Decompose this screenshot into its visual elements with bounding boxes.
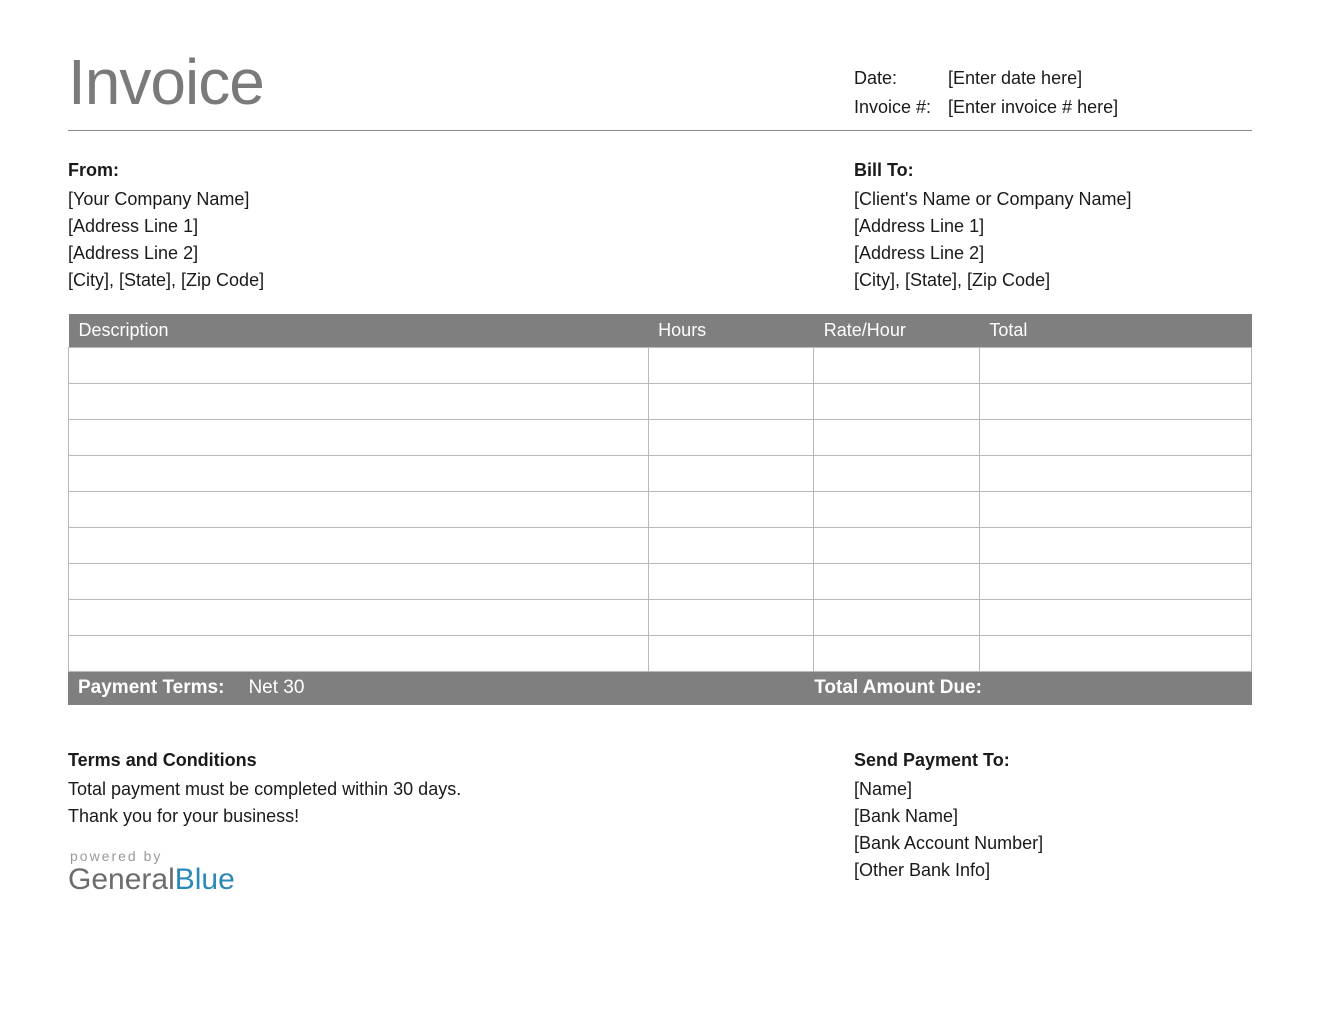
cell-description[interactable] xyxy=(69,456,649,492)
cell-rate[interactable] xyxy=(814,420,980,456)
billto-line[interactable]: [Address Line 1] xyxy=(854,213,1252,240)
table-row xyxy=(69,420,1252,456)
table-row xyxy=(69,456,1252,492)
from-heading: From: xyxy=(68,157,264,184)
meta-invoice-row: Invoice #: [Enter invoice # here] xyxy=(854,93,1252,122)
bottom-section: Terms and Conditions Total payment must … xyxy=(68,747,1252,895)
payment-terms-label: Payment Terms: xyxy=(78,677,224,699)
billto-line[interactable]: [City], [State], [Zip Code] xyxy=(854,267,1252,294)
invoice-page: Invoice Date: [Enter date here] Invoice … xyxy=(0,0,1320,895)
cell-description[interactable] xyxy=(69,528,649,564)
from-line[interactable]: [City], [State], [Zip Code] xyxy=(68,267,264,294)
send-payment-line[interactable]: [Other Bank Info] xyxy=(854,857,1252,884)
cell-description[interactable] xyxy=(69,636,649,672)
cell-total[interactable] xyxy=(979,528,1251,564)
send-payment-line[interactable]: [Bank Name] xyxy=(854,803,1252,830)
brand-part2: Blue xyxy=(175,863,235,896)
brand-logo: GeneralBlue xyxy=(68,865,461,895)
addresses: From: [Your Company Name] [Address Line … xyxy=(68,157,1252,294)
table-footer: Payment Terms: Net 30 Total Amount Due: xyxy=(68,672,1252,705)
cell-rate[interactable] xyxy=(814,600,980,636)
total-amount-due: Total Amount Due: xyxy=(814,677,1242,699)
meta-date-value[interactable]: [Enter date here] xyxy=(948,64,1082,93)
cell-rate[interactable] xyxy=(814,456,980,492)
cell-description[interactable] xyxy=(69,600,649,636)
from-line[interactable]: [Address Line 2] xyxy=(68,240,264,267)
brand-part1: General xyxy=(68,863,175,896)
terms-heading: Terms and Conditions xyxy=(68,747,461,774)
cell-rate[interactable] xyxy=(814,564,980,600)
cell-hours[interactable] xyxy=(648,384,814,420)
cell-description[interactable] xyxy=(69,492,649,528)
send-payment-block: Send Payment To: [Name] [Bank Name] [Ban… xyxy=(854,747,1252,895)
cell-hours[interactable] xyxy=(648,420,814,456)
billto-line[interactable]: [Address Line 2] xyxy=(854,240,1252,267)
invoice-meta: Date: [Enter date here] Invoice #: [Ente… xyxy=(854,64,1252,122)
table-row xyxy=(69,528,1252,564)
cell-rate[interactable] xyxy=(814,384,980,420)
meta-invoice-value[interactable]: [Enter invoice # here] xyxy=(948,93,1118,122)
billto-block: Bill To: [Client's Name or Company Name]… xyxy=(854,157,1252,294)
meta-date-label: Date: xyxy=(854,64,948,93)
cell-rate[interactable] xyxy=(814,492,980,528)
table-row xyxy=(69,564,1252,600)
cell-rate[interactable] xyxy=(814,528,980,564)
send-payment-line[interactable]: [Bank Account Number] xyxy=(854,830,1252,857)
table-row xyxy=(69,348,1252,384)
cell-total[interactable] xyxy=(979,564,1251,600)
cell-description[interactable] xyxy=(69,384,649,420)
table-row xyxy=(69,600,1252,636)
send-payment-heading: Send Payment To: xyxy=(854,747,1252,774)
cell-total[interactable] xyxy=(979,348,1251,384)
line-items-table: Description Hours Rate/Hour Total Paymen… xyxy=(68,314,1252,706)
table-row xyxy=(69,384,1252,420)
cell-rate[interactable] xyxy=(814,636,980,672)
cell-total[interactable] xyxy=(979,636,1251,672)
meta-date-row: Date: [Enter date here] xyxy=(854,64,1252,93)
cell-total[interactable] xyxy=(979,420,1251,456)
table-row xyxy=(69,636,1252,672)
cell-total[interactable] xyxy=(979,600,1251,636)
col-description: Description xyxy=(69,314,649,348)
header: Invoice Date: [Enter date here] Invoice … xyxy=(68,50,1252,131)
terms-block: Terms and Conditions Total payment must … xyxy=(68,747,461,895)
cell-total[interactable] xyxy=(979,384,1251,420)
col-total: Total xyxy=(979,314,1251,348)
col-rate: Rate/Hour xyxy=(814,314,980,348)
cell-total[interactable] xyxy=(979,492,1251,528)
billto-line[interactable]: [Client's Name or Company Name] xyxy=(854,186,1252,213)
from-block: From: [Your Company Name] [Address Line … xyxy=(68,157,264,294)
terms-line: Thank you for your business! xyxy=(68,803,461,830)
payment-terms-value[interactable]: Net 30 xyxy=(248,677,304,699)
terms-line: Total payment must be completed within 3… xyxy=(68,776,461,803)
send-payment-line[interactable]: [Name] xyxy=(854,776,1252,803)
total-due-label: Total Amount Due: xyxy=(814,677,982,698)
col-hours: Hours xyxy=(648,314,814,348)
page-title: Invoice xyxy=(68,50,264,114)
cell-hours[interactable] xyxy=(648,564,814,600)
cell-hours[interactable] xyxy=(648,636,814,672)
cell-rate[interactable] xyxy=(814,348,980,384)
cell-description[interactable] xyxy=(69,564,649,600)
table-row xyxy=(69,492,1252,528)
table-header-row: Description Hours Rate/Hour Total xyxy=(69,314,1252,348)
cell-total[interactable] xyxy=(979,456,1251,492)
cell-hours[interactable] xyxy=(648,600,814,636)
payment-terms: Payment Terms: Net 30 xyxy=(78,677,304,699)
cell-description[interactable] xyxy=(69,420,649,456)
meta-invoice-label: Invoice #: xyxy=(854,93,948,122)
cell-hours[interactable] xyxy=(648,348,814,384)
from-line[interactable]: [Your Company Name] xyxy=(68,186,264,213)
billto-heading: Bill To: xyxy=(854,157,1252,184)
cell-hours[interactable] xyxy=(648,528,814,564)
cell-hours[interactable] xyxy=(648,456,814,492)
cell-hours[interactable] xyxy=(648,492,814,528)
cell-description[interactable] xyxy=(69,348,649,384)
powered-by: powered by GeneralBlue xyxy=(68,846,461,895)
from-line[interactable]: [Address Line 1] xyxy=(68,213,264,240)
